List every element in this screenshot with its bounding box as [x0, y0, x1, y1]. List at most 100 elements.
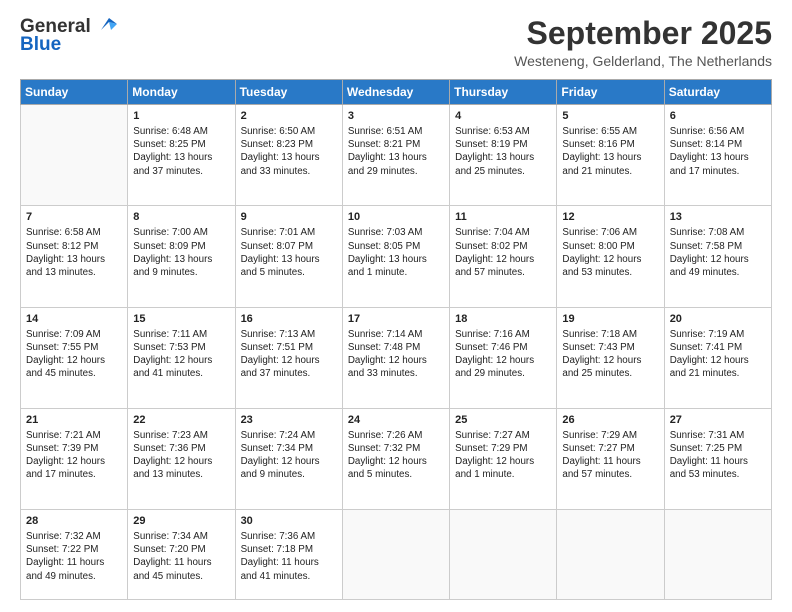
day-cell-w3d5: 18Sunrise: 7:16 AM Sunset: 7:46 PM Dayli…	[450, 307, 557, 408]
day-info: Sunrise: 6:48 AM Sunset: 8:25 PM Dayligh…	[133, 125, 229, 178]
day-info: Sunrise: 7:26 AM Sunset: 7:32 PM Dayligh…	[348, 429, 444, 482]
day-number: 3	[348, 109, 444, 124]
day-number: 7	[26, 210, 122, 225]
day-info: Sunrise: 7:03 AM Sunset: 8:05 PM Dayligh…	[348, 226, 444, 279]
location: Westeneng, Gelderland, The Netherlands	[514, 53, 772, 69]
col-thursday: Thursday	[450, 80, 557, 105]
day-cell-w4d6: 26Sunrise: 7:29 AM Sunset: 7:27 PM Dayli…	[557, 408, 664, 509]
day-info: Sunrise: 7:13 AM Sunset: 7:51 PM Dayligh…	[241, 328, 337, 381]
logo: General Blue	[20, 16, 117, 56]
day-cell-w5d1: 28Sunrise: 7:32 AM Sunset: 7:22 PM Dayli…	[21, 510, 128, 600]
day-number: 20	[670, 312, 766, 327]
day-number: 19	[562, 312, 658, 327]
day-number: 28	[26, 514, 122, 529]
day-number: 17	[348, 312, 444, 327]
day-info: Sunrise: 7:00 AM Sunset: 8:09 PM Dayligh…	[133, 226, 229, 279]
day-cell-w1d6: 5Sunrise: 6:55 AM Sunset: 8:16 PM Daylig…	[557, 105, 664, 206]
day-cell-w2d6: 12Sunrise: 7:06 AM Sunset: 8:00 PM Dayli…	[557, 206, 664, 307]
day-info: Sunrise: 7:21 AM Sunset: 7:39 PM Dayligh…	[26, 429, 122, 482]
logo-bird-icon	[95, 16, 117, 34]
day-info: Sunrise: 7:06 AM Sunset: 8:00 PM Dayligh…	[562, 226, 658, 279]
week-row-4: 21Sunrise: 7:21 AM Sunset: 7:39 PM Dayli…	[21, 408, 772, 509]
day-number: 16	[241, 312, 337, 327]
day-info: Sunrise: 7:11 AM Sunset: 7:53 PM Dayligh…	[133, 328, 229, 381]
day-cell-w4d2: 22Sunrise: 7:23 AM Sunset: 7:36 PM Dayli…	[128, 408, 235, 509]
day-cell-w5d6	[557, 510, 664, 600]
day-cell-w1d5: 4Sunrise: 6:53 AM Sunset: 8:19 PM Daylig…	[450, 105, 557, 206]
day-cell-w1d4: 3Sunrise: 6:51 AM Sunset: 8:21 PM Daylig…	[342, 105, 449, 206]
day-cell-w1d1	[21, 105, 128, 206]
day-number: 4	[455, 109, 551, 124]
day-number: 18	[455, 312, 551, 327]
day-cell-w5d4	[342, 510, 449, 600]
col-sunday: Sunday	[21, 80, 128, 105]
day-number: 24	[348, 413, 444, 428]
day-info: Sunrise: 7:16 AM Sunset: 7:46 PM Dayligh…	[455, 328, 551, 381]
day-info: Sunrise: 6:53 AM Sunset: 8:19 PM Dayligh…	[455, 125, 551, 178]
day-number: 30	[241, 514, 337, 529]
calendar-header-row: Sunday Monday Tuesday Wednesday Thursday…	[21, 80, 772, 105]
day-info: Sunrise: 7:34 AM Sunset: 7:20 PM Dayligh…	[133, 530, 229, 583]
day-cell-w2d4: 10Sunrise: 7:03 AM Sunset: 8:05 PM Dayli…	[342, 206, 449, 307]
day-info: Sunrise: 6:55 AM Sunset: 8:16 PM Dayligh…	[562, 125, 658, 178]
day-number: 2	[241, 109, 337, 124]
week-row-5: 28Sunrise: 7:32 AM Sunset: 7:22 PM Dayli…	[21, 510, 772, 600]
day-number: 11	[455, 210, 551, 225]
day-number: 9	[241, 210, 337, 225]
day-cell-w5d3: 30Sunrise: 7:36 AM Sunset: 7:18 PM Dayli…	[235, 510, 342, 600]
day-number: 25	[455, 413, 551, 428]
day-cell-w2d3: 9Sunrise: 7:01 AM Sunset: 8:07 PM Daylig…	[235, 206, 342, 307]
day-number: 8	[133, 210, 229, 225]
day-cell-w3d7: 20Sunrise: 7:19 AM Sunset: 7:41 PM Dayli…	[664, 307, 771, 408]
calendar-table: Sunday Monday Tuesday Wednesday Thursday…	[20, 79, 772, 600]
col-saturday: Saturday	[664, 80, 771, 105]
day-number: 21	[26, 413, 122, 428]
day-cell-w3d2: 15Sunrise: 7:11 AM Sunset: 7:53 PM Dayli…	[128, 307, 235, 408]
day-number: 14	[26, 312, 122, 327]
day-cell-w4d5: 25Sunrise: 7:27 AM Sunset: 7:29 PM Dayli…	[450, 408, 557, 509]
title-block: September 2025 Westeneng, Gelderland, Th…	[514, 16, 772, 69]
day-cell-w3d1: 14Sunrise: 7:09 AM Sunset: 7:55 PM Dayli…	[21, 307, 128, 408]
day-number: 26	[562, 413, 658, 428]
day-number: 23	[241, 413, 337, 428]
week-row-3: 14Sunrise: 7:09 AM Sunset: 7:55 PM Dayli…	[21, 307, 772, 408]
week-row-1: 1Sunrise: 6:48 AM Sunset: 8:25 PM Daylig…	[21, 105, 772, 206]
header: General Blue September 2025 Westeneng, G…	[20, 16, 772, 69]
page: General Blue September 2025 Westeneng, G…	[0, 0, 792, 612]
day-cell-w2d5: 11Sunrise: 7:04 AM Sunset: 8:02 PM Dayli…	[450, 206, 557, 307]
day-number: 1	[133, 109, 229, 124]
day-info: Sunrise: 7:19 AM Sunset: 7:41 PM Dayligh…	[670, 328, 766, 381]
day-cell-w2d1: 7Sunrise: 6:58 AM Sunset: 8:12 PM Daylig…	[21, 206, 128, 307]
day-number: 10	[348, 210, 444, 225]
day-info: Sunrise: 7:36 AM Sunset: 7:18 PM Dayligh…	[241, 530, 337, 583]
day-number: 29	[133, 514, 229, 529]
day-cell-w3d3: 16Sunrise: 7:13 AM Sunset: 7:51 PM Dayli…	[235, 307, 342, 408]
day-cell-w1d3: 2Sunrise: 6:50 AM Sunset: 8:23 PM Daylig…	[235, 105, 342, 206]
day-cell-w5d5	[450, 510, 557, 600]
day-number: 15	[133, 312, 229, 327]
day-info: Sunrise: 7:32 AM Sunset: 7:22 PM Dayligh…	[26, 530, 122, 583]
day-cell-w2d7: 13Sunrise: 7:08 AM Sunset: 7:58 PM Dayli…	[664, 206, 771, 307]
day-info: Sunrise: 6:50 AM Sunset: 8:23 PM Dayligh…	[241, 125, 337, 178]
day-number: 6	[670, 109, 766, 124]
day-number: 5	[562, 109, 658, 124]
day-info: Sunrise: 7:24 AM Sunset: 7:34 PM Dayligh…	[241, 429, 337, 482]
day-info: Sunrise: 7:08 AM Sunset: 7:58 PM Dayligh…	[670, 226, 766, 279]
day-info: Sunrise: 7:04 AM Sunset: 8:02 PM Dayligh…	[455, 226, 551, 279]
day-cell-w1d7: 6Sunrise: 6:56 AM Sunset: 8:14 PM Daylig…	[664, 105, 771, 206]
day-cell-w3d6: 19Sunrise: 7:18 AM Sunset: 7:43 PM Dayli…	[557, 307, 664, 408]
day-cell-w1d2: 1Sunrise: 6:48 AM Sunset: 8:25 PM Daylig…	[128, 105, 235, 206]
day-cell-w5d7	[664, 510, 771, 600]
day-number: 22	[133, 413, 229, 428]
day-cell-w4d4: 24Sunrise: 7:26 AM Sunset: 7:32 PM Dayli…	[342, 408, 449, 509]
day-info: Sunrise: 7:18 AM Sunset: 7:43 PM Dayligh…	[562, 328, 658, 381]
day-info: Sunrise: 7:27 AM Sunset: 7:29 PM Dayligh…	[455, 429, 551, 482]
day-number: 12	[562, 210, 658, 225]
day-info: Sunrise: 7:31 AM Sunset: 7:25 PM Dayligh…	[670, 429, 766, 482]
day-info: Sunrise: 7:29 AM Sunset: 7:27 PM Dayligh…	[562, 429, 658, 482]
day-cell-w3d4: 17Sunrise: 7:14 AM Sunset: 7:48 PM Dayli…	[342, 307, 449, 408]
day-info: Sunrise: 6:51 AM Sunset: 8:21 PM Dayligh…	[348, 125, 444, 178]
day-info: Sunrise: 6:58 AM Sunset: 8:12 PM Dayligh…	[26, 226, 122, 279]
day-number: 13	[670, 210, 766, 225]
col-friday: Friday	[557, 80, 664, 105]
